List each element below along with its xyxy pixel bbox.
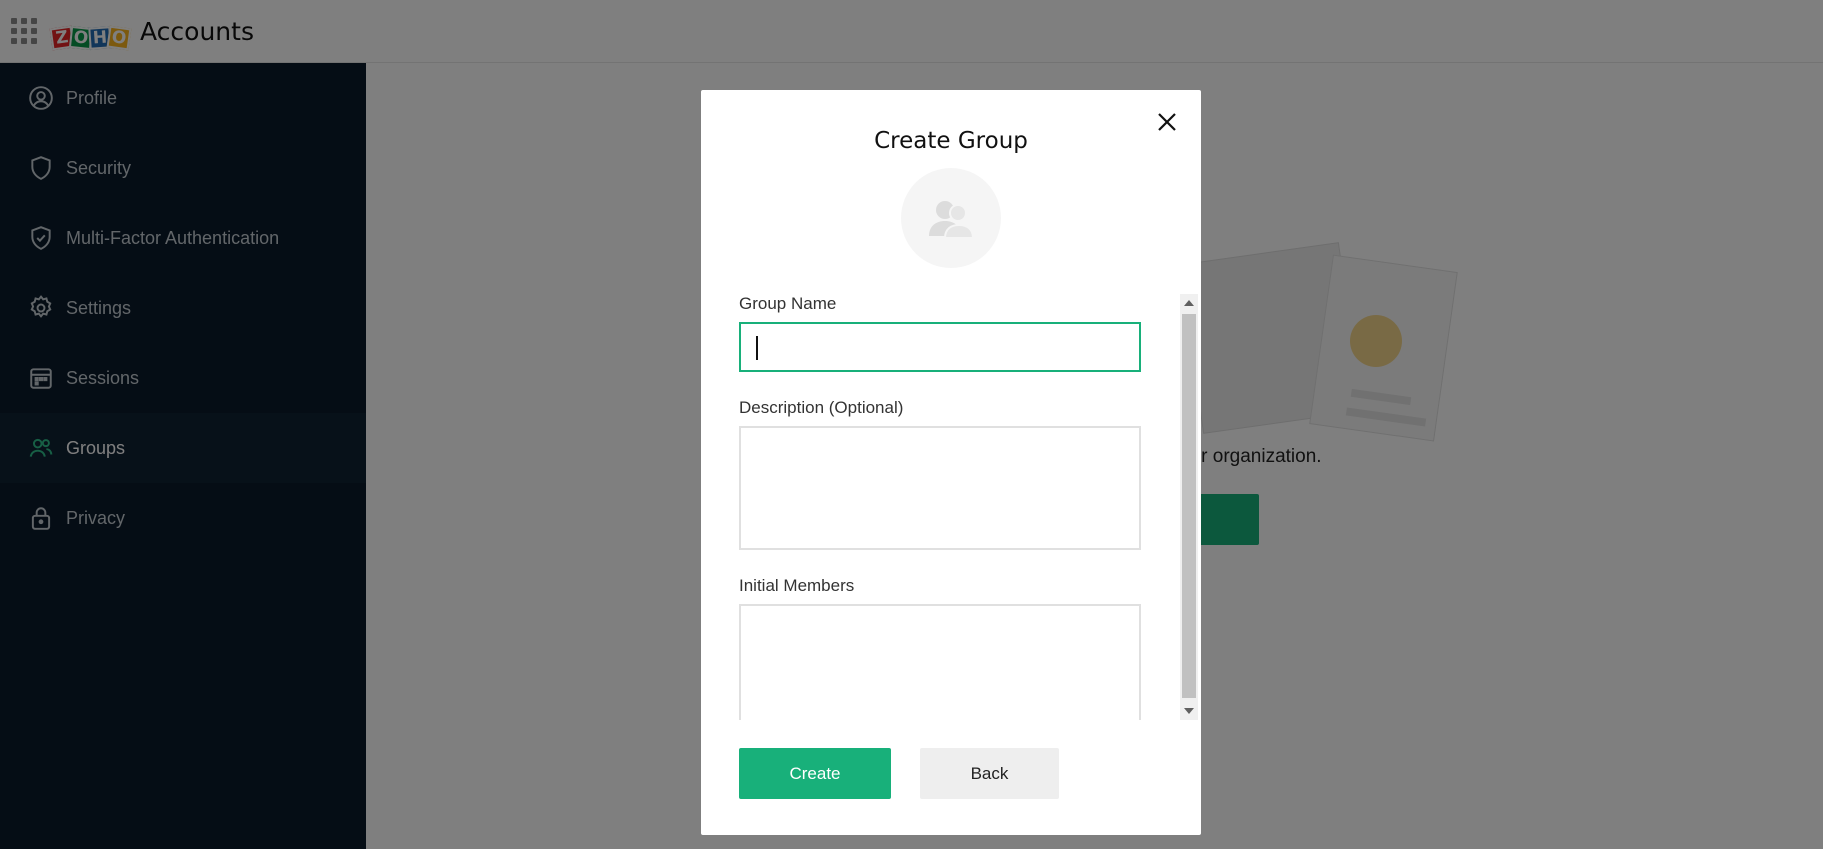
dialog-form: Group Name Description (Optional) Initia… <box>739 294 1144 720</box>
group-name-label: Group Name <box>739 294 837 313</box>
scrollbar-thumb[interactable] <box>1182 314 1196 698</box>
group-name-input[interactable] <box>739 322 1141 372</box>
description-label: Description (Optional) <box>739 398 904 417</box>
initial-members-input[interactable] <box>739 604 1141 720</box>
create-button[interactable]: Create <box>739 748 891 799</box>
group-avatar[interactable] <box>901 168 1001 268</box>
form-scrollbar[interactable] <box>1180 294 1198 720</box>
scroll-up-arrow-icon[interactable] <box>1180 294 1198 312</box>
initial-members-label: Initial Members <box>739 576 855 595</box>
back-button[interactable]: Back <box>920 748 1059 799</box>
dialog-title: Create Group <box>874 128 1028 154</box>
text-caret <box>756 336 758 360</box>
description-textarea[interactable] <box>739 426 1141 550</box>
scroll-down-arrow-icon[interactable] <box>1180 702 1198 720</box>
group-placeholder-icon <box>929 201 975 239</box>
create-group-dialog: Create Group Group Name Description (Opt… <box>701 90 1201 835</box>
